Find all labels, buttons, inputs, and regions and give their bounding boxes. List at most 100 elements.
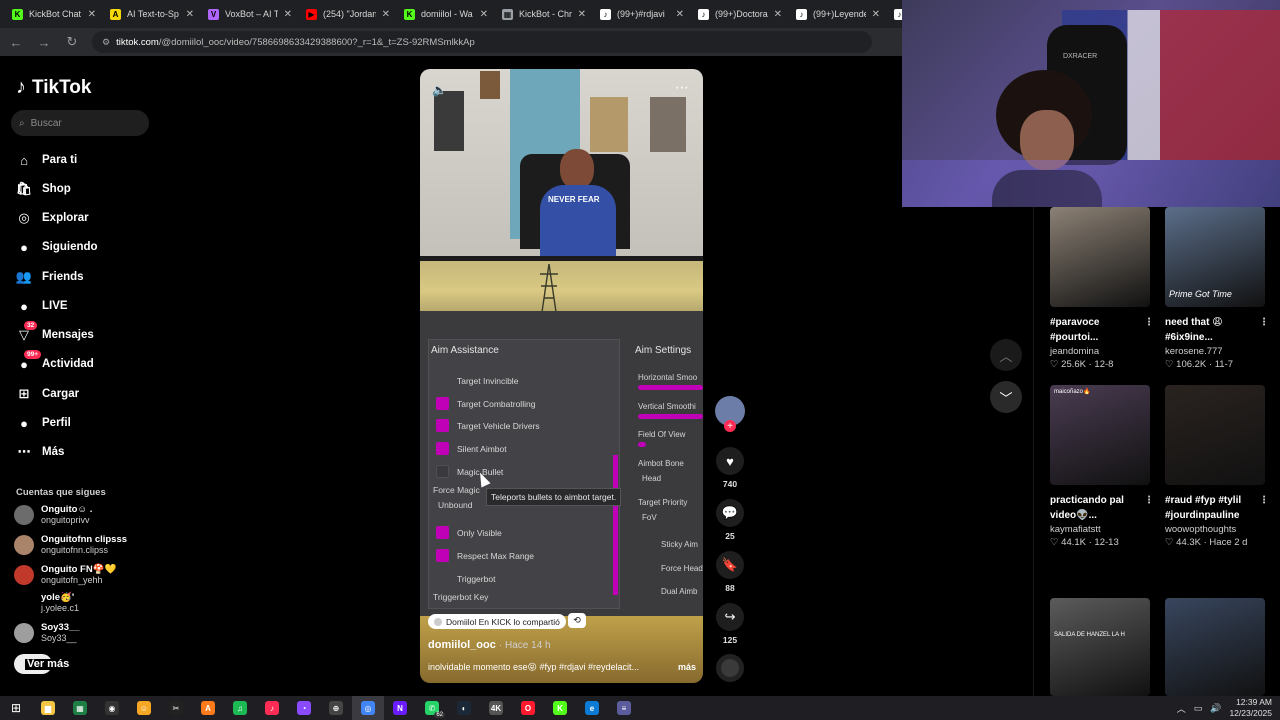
nav-item-cargar[interactable]: ⊞ Cargar: [16, 384, 80, 404]
nav-item-actividad[interactable]: ● 99+ Actividad: [16, 350, 94, 374]
video-thumbnail[interactable]: [1165, 385, 1265, 485]
address-bar[interactable]: ⚙ tiktok.com/@domiilol_ooc/video/7586698…: [92, 31, 872, 53]
shared-by-chip[interactable]: Domiilol En KICK lo compartió: [428, 614, 566, 629]
recommended-video-card[interactable]: SALIDA DE HANZEL LA H: [1050, 598, 1155, 696]
clock[interactable]: 12:39 AM 12/23/2025: [1229, 697, 1272, 719]
nav-item-para-ti[interactable]: ⌂ Para ti: [16, 150, 77, 170]
video-thumbnail[interactable]: Prime Got Time: [1165, 207, 1265, 307]
tray-arrow-icon[interactable]: ︿: [1177, 702, 1186, 715]
previous-video-button[interactable]: ︿: [990, 339, 1022, 371]
recommended-video-card[interactable]: [1165, 598, 1270, 696]
comment-button[interactable]: 💬 25: [716, 499, 744, 541]
heart-button[interactable]: ♥ 740: [716, 447, 744, 489]
video-thumbnail[interactable]: SALIDA DE HANZEL LA H: [1050, 598, 1150, 696]
next-taskbar-button[interactable]: N: [384, 696, 416, 720]
more-options-icon[interactable]: ⋯: [675, 79, 689, 96]
site-info-icon[interactable]: ⚙: [102, 37, 110, 48]
back-icon[interactable]: ←: [8, 35, 24, 50]
tab-close-icon[interactable]: ✕: [774, 9, 782, 20]
bookmark-button[interactable]: 🔖 88: [716, 551, 744, 593]
card-more-icon[interactable]: ⋮: [1144, 315, 1154, 330]
share-button[interactable]: ↪ 125: [716, 603, 744, 645]
follow-plus-icon[interactable]: +: [724, 420, 736, 432]
network-icon[interactable]: ▭: [1194, 703, 1203, 714]
video-thumbnail[interactable]: [1050, 207, 1150, 307]
caption-more-link[interactable]: más: [678, 662, 696, 673]
browser-tab[interactable]: ▶ (254) "Jordan ✕: [300, 2, 396, 26]
tab-close-icon[interactable]: ✕: [88, 9, 96, 20]
see-more-button[interactable]: ⊙ Ver más: [14, 654, 70, 674]
browser-tab[interactable]: V VoxBot – AI T ✕: [202, 2, 298, 26]
nav-item-siguiendo[interactable]: ● Siguiendo: [16, 237, 98, 257]
volume-tray-icon[interactable]: 🔊: [1210, 703, 1221, 714]
followed-account[interactable]: Onguitofnn clipsss onguitofnn.clipss: [14, 534, 127, 556]
tiktok-logo[interactable]: ♪ TikTok: [16, 76, 91, 99]
tab-close-icon[interactable]: ✕: [284, 9, 292, 20]
tiktok-taskbar-button[interactable]: ♪: [256, 696, 288, 720]
app-taskbar-button[interactable]: ≡: [608, 696, 640, 720]
recommended-video-card[interactable]: #raud #fyp #tylil #jourdinpauline ⋮ woowop…: [1165, 385, 1270, 548]
edge-taskbar-button[interactable]: e: [576, 696, 608, 720]
steam-taskbar-button[interactable]: ◐: [448, 696, 480, 720]
messenger-taskbar-button[interactable]: ◔: [288, 696, 320, 720]
spreadsheet-taskbar-button[interactable]: ▦: [64, 696, 96, 720]
reload-icon[interactable]: ↻: [64, 34, 80, 50]
repost-icon[interactable]: ⟲: [568, 613, 586, 628]
video-thumbnail[interactable]: [1165, 598, 1265, 696]
tab-close-icon[interactable]: ✕: [186, 9, 194, 20]
search-input[interactable]: ⌕ Buscar: [11, 110, 149, 136]
aim-setting-label: FoV: [642, 513, 657, 522]
browser-tab[interactable]: Kdomiilol - Wa ✕: [398, 2, 494, 26]
video-thumbnail[interactable]: maicoñazo🔥: [1050, 385, 1150, 485]
forward-icon[interactable]: →: [36, 35, 52, 50]
browser-tab[interactable]: K KickBot Chat ✕: [6, 2, 102, 26]
tab-close-icon[interactable]: ✕: [676, 9, 684, 20]
file-explorer-taskbar-button[interactable]: ▆: [32, 696, 64, 720]
nav-item-friends[interactable]: 👥 Friends: [16, 267, 84, 287]
nav-item-mensajes[interactable]: ▽ 32 Mensajes: [16, 321, 94, 345]
followed-account[interactable]: Onguito FN🍄💛 onguitofn_yehh: [14, 564, 116, 586]
followed-account[interactable]: Onguito☺ . onguitoprivv: [14, 504, 92, 526]
spotify-taskbar-button[interactable]: ♫: [224, 696, 256, 720]
recommended-video-card[interactable]: Prime Got Time need that 😩 #6ix9ine... ⋮ ke…: [1165, 207, 1270, 370]
card-more-icon[interactable]: ⋮: [1259, 493, 1269, 508]
streamlabs-taskbar-button[interactable]: A: [192, 696, 224, 720]
nav-item-perfil[interactable]: ● Perfil: [16, 413, 71, 433]
tab-close-icon[interactable]: ✕: [872, 9, 880, 20]
video-player[interactable]: NEVER FEAR Aim Assistance Aim Settings T…: [420, 69, 703, 683]
tab-close-icon[interactable]: ✕: [578, 9, 586, 20]
tab-close-icon[interactable]: ✕: [382, 9, 390, 20]
4k-taskbar-button[interactable]: 4K: [480, 696, 512, 720]
capcut-taskbar-button[interactable]: ✂: [160, 696, 192, 720]
chrome-taskbar-button[interactable]: ◎: [352, 696, 384, 720]
windows-start-icon[interactable]: ⊞: [0, 696, 32, 720]
next-video-button[interactable]: ﹀: [990, 381, 1022, 413]
card-stats: ♡ 44.1K · 12-13: [1050, 537, 1119, 548]
recommended-video-card[interactable]: #paravoce #pourtoi... ⋮ jeandomina ♡ 25.6K …: [1050, 207, 1155, 370]
whatsapp-taskbar-button[interactable]: ✆ 62: [416, 696, 448, 720]
music-disc[interactable]: [716, 654, 744, 682]
followed-account[interactable]: Soy33__ Soy33__: [14, 622, 80, 644]
browser-tab[interactable]: ♪ (99+)Doctora ✕: [692, 2, 788, 26]
chat-taskbar-button[interactable]: ☺: [128, 696, 160, 720]
vpn-taskbar-button[interactable]: ⊕: [320, 696, 352, 720]
nav-item-m-s[interactable]: ⋯ Más: [16, 442, 65, 462]
video-author[interactable]: domiilol_ooc · Hace 14 h: [428, 639, 551, 651]
browser-tab[interactable]: ▦ KickBot - Chr ✕: [496, 2, 592, 26]
tab-close-icon[interactable]: ✕: [480, 9, 488, 20]
obs-taskbar-button[interactable]: ◉: [96, 696, 128, 720]
browser-tab[interactable]: A AI Text-to-Sp ✕: [104, 2, 200, 26]
browser-tab[interactable]: ♪ (99+)#rdjavi ✕: [594, 2, 690, 26]
recommended-video-card[interactable]: maicoñazo🔥 practicando pal video👽... ⋮ kaym…: [1050, 385, 1155, 548]
kick-taskbar-button[interactable]: K: [544, 696, 576, 720]
card-more-icon[interactable]: ⋮: [1144, 493, 1154, 508]
nav-item-shop[interactable]: 🛍 Shop: [16, 179, 71, 199]
card-more-icon[interactable]: ⋮: [1259, 315, 1269, 330]
followed-account[interactable]: yole🥳' j.yolee.c1: [14, 592, 79, 614]
triggerbot-key-label: Triggerbot Key: [433, 592, 489, 602]
nav-item-live[interactable]: ● LIVE: [16, 296, 68, 316]
volume-icon[interactable]: 🔈: [432, 83, 447, 97]
opera-taskbar-button[interactable]: O: [512, 696, 544, 720]
browser-tab[interactable]: ♪ (99+)Leyende ✕: [790, 2, 886, 26]
nav-item-explorar[interactable]: ◎ Explorar: [16, 208, 88, 228]
